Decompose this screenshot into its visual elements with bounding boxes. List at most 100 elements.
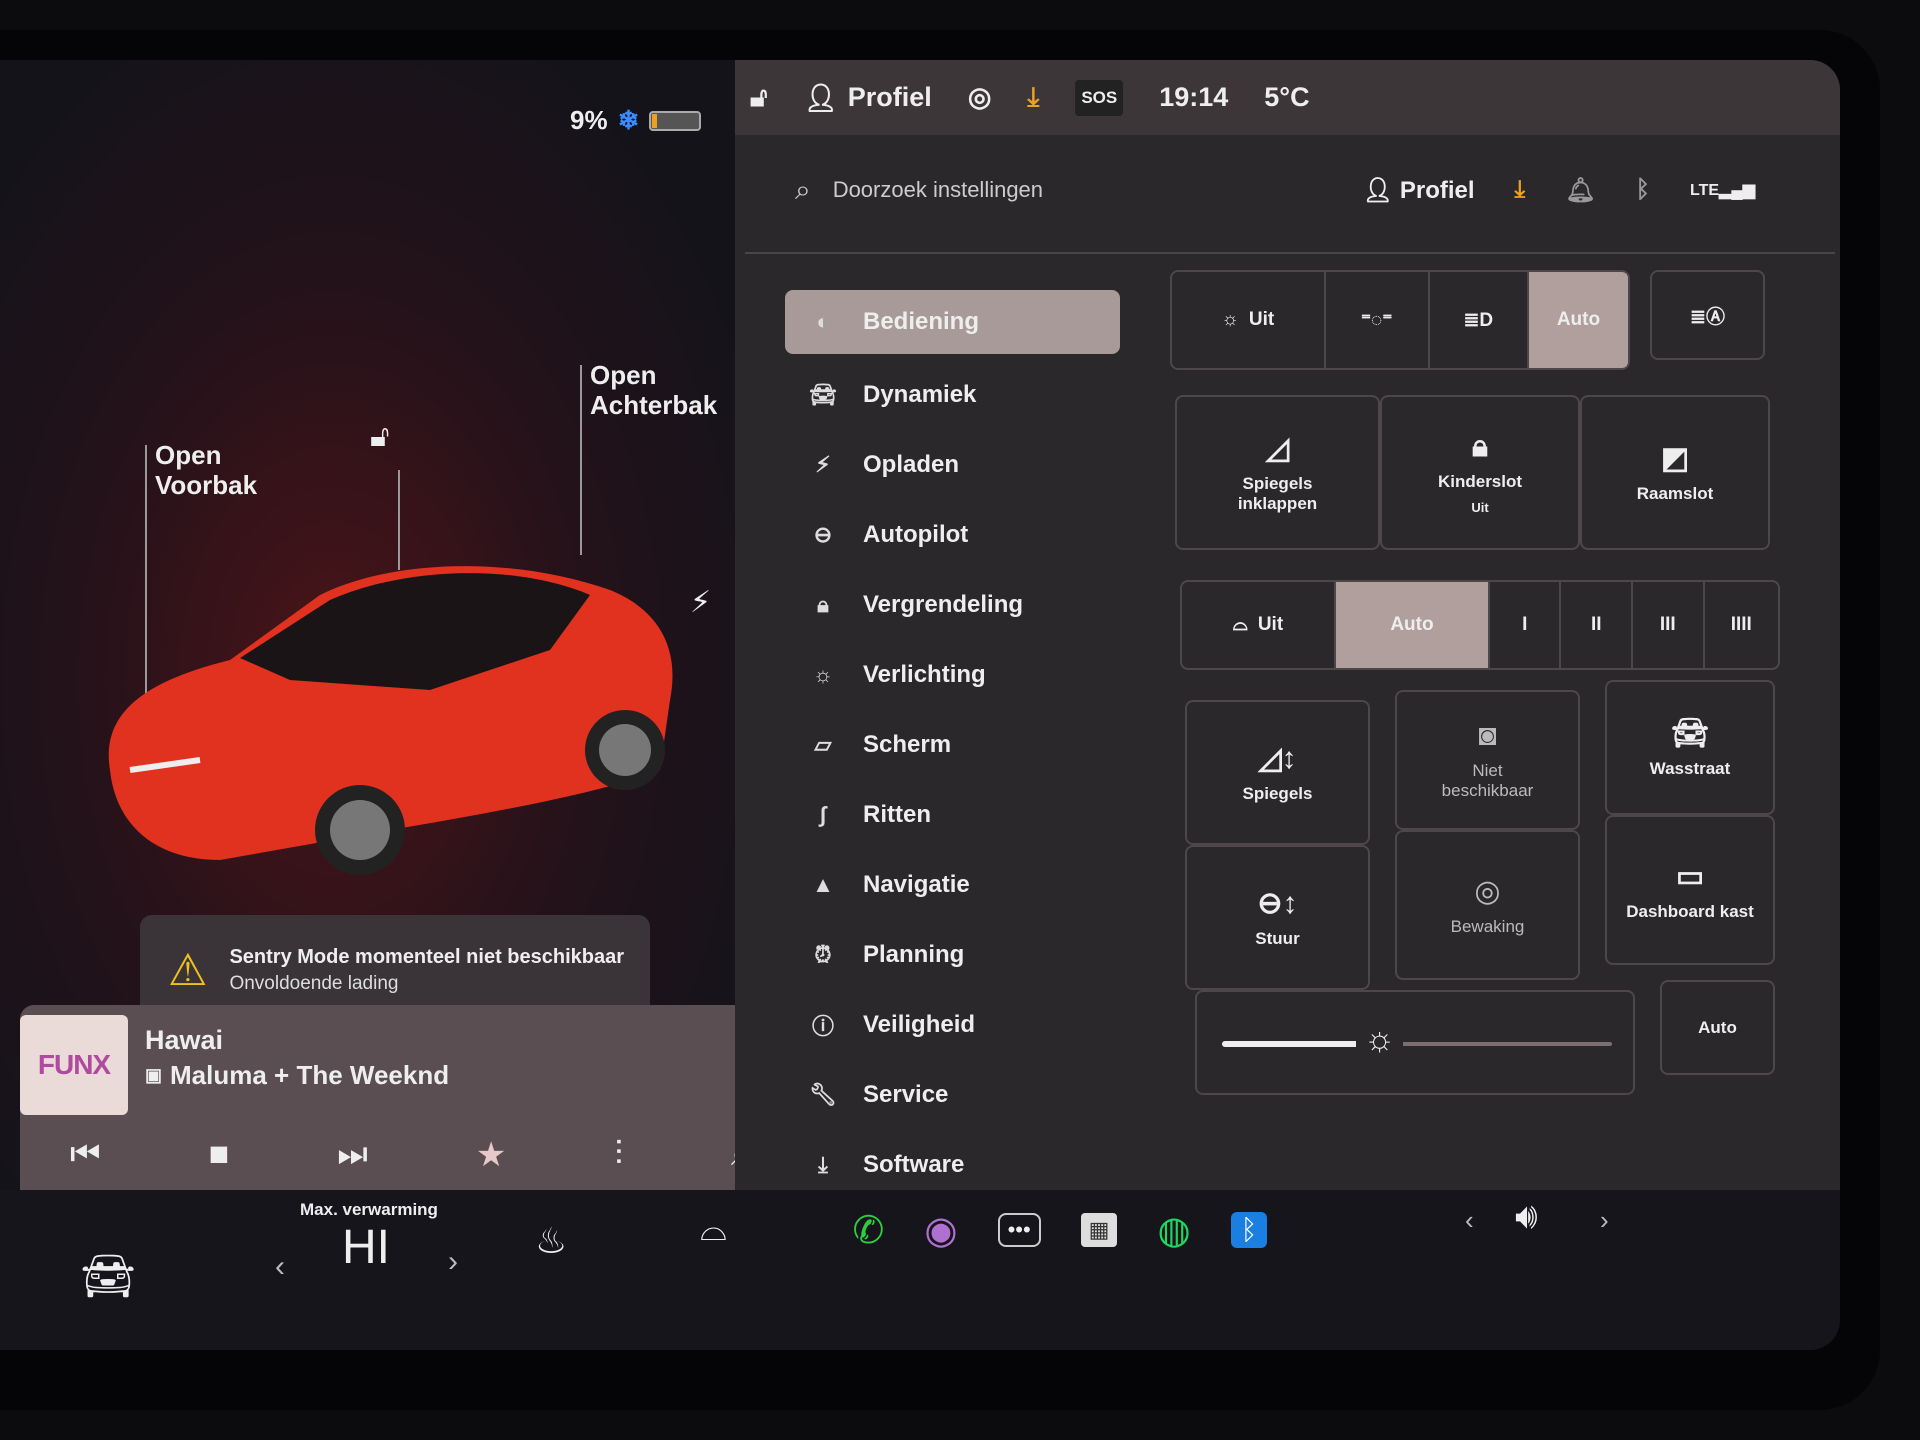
download-icon[interactable]: ⤓ xyxy=(1027,82,1039,114)
seat-heater-icon[interactable]: ♨ xyxy=(535,1220,567,1262)
settings-search[interactable]: ⌕ Doorzoek instellingen 👤︎ Profiel ⤓ 🔔︎ … xyxy=(795,160,1795,220)
lights-auto-button[interactable]: Auto xyxy=(1528,272,1628,368)
spotify-icon[interactable]: ◍ xyxy=(1157,1208,1190,1253)
equalizer-icon[interactable]: ⫶ xyxy=(614,1135,623,1175)
menu-item-service[interactable]: 🔧︎ Service xyxy=(785,1060,1120,1130)
phone-icon[interactable]: ✆ xyxy=(853,1208,885,1253)
volume-icon[interactable]: 🔊︎ xyxy=(1515,1195,1538,1238)
settings-menu: ◐ Bediening 🚘︎ Dynamiek ⚡︎ Opladen ⊖ Autopilot 🔒… xyxy=(785,290,1120,1200)
alarm-icon: ⏰︎ xyxy=(814,942,832,967)
charge-port-icon[interactable]: ⚡︎ xyxy=(690,585,711,620)
bluetooth-app-icon[interactable]: ᛒ xyxy=(1230,1212,1268,1248)
temp-up-chevron-icon[interactable]: › xyxy=(448,1245,458,1279)
mirrors-adjust-button[interactable]: ◿↕ Spiegels xyxy=(1185,700,1370,845)
more-apps-icon[interactable]: ••• xyxy=(997,1213,1041,1247)
brightness-auto-button[interactable]: Auto xyxy=(1660,980,1775,1075)
steering-adjust-button[interactable]: ⊖↕ Stuur xyxy=(1185,845,1370,990)
menu-item-bediening[interactable]: ◐ Bediening xyxy=(785,290,1120,354)
album-art[interactable]: FUNX xyxy=(20,1015,128,1115)
clock: 19:14 xyxy=(1159,82,1229,112)
brightness-slider[interactable]: ☼ xyxy=(1195,990,1635,1095)
search-input[interactable]: Doorzoek instellingen xyxy=(833,177,1043,203)
window-lock-icon: ◩ xyxy=(1660,442,1690,475)
brightness-sun-icon[interactable]: ☼ xyxy=(1356,1020,1404,1059)
wiper-speed-1[interactable]: I xyxy=(1490,582,1562,668)
unlock-icon[interactable]: 🔓︎ xyxy=(370,420,389,454)
car-panel: 9% ❄ Open Voorbak Open Achterbak 🔓︎ ⚡︎ ⚠ xyxy=(0,60,775,1245)
settings-panel: 🔓︎ 👤︎ Profiel ◎ ⤓ SOS 19:14 5°C ⌕ Doorzoe… xyxy=(735,60,1840,1190)
wipers-auto-button[interactable]: Auto xyxy=(1335,582,1490,668)
menu-item-label: Navigatie xyxy=(863,871,970,898)
volume-down-chevron-icon[interactable]: ‹ xyxy=(1465,1205,1474,1236)
wiper-speed-3[interactable]: III xyxy=(1633,582,1705,668)
dashcam-button[interactable]: ◙ Niet beschikbaar xyxy=(1395,690,1580,830)
next-icon[interactable]: ⏭︎ xyxy=(337,1135,368,1175)
wiper-speed-4[interactable]: IIII xyxy=(1705,582,1778,668)
slider-fill xyxy=(1222,1041,1378,1047)
volume-up-chevron-icon[interactable]: › xyxy=(1600,1205,1609,1236)
menu-item-veiligheid[interactable]: ⓘ Veiligheid xyxy=(785,990,1120,1060)
wiper-icon[interactable]: ⌓ xyxy=(700,1210,727,1249)
stop-icon[interactable]: ■ xyxy=(209,1135,230,1175)
menu-item-autopilot[interactable]: ⊖ Autopilot xyxy=(785,500,1120,570)
child-lock-state: Uit xyxy=(1471,500,1489,515)
camera-app-icon[interactable]: ◉ xyxy=(924,1208,957,1253)
bolt-icon: ⚡︎ xyxy=(815,452,831,477)
divider xyxy=(745,252,1835,254)
cabin-temperature[interactable]: HI xyxy=(342,1220,390,1275)
download-icon[interactable]: ⤓ xyxy=(1515,176,1526,204)
open-rear-trunk[interactable]: Open Achterbak xyxy=(590,360,717,420)
previous-icon[interactable]: ⏮︎ xyxy=(70,1135,101,1175)
menu-item-navigatie[interactable]: ▲ Navigatie xyxy=(785,850,1120,920)
open-front-trunk[interactable]: Open Voorbak xyxy=(155,440,257,500)
menu-item-planning[interactable]: ⏰︎ Planning xyxy=(785,920,1120,990)
unlock-icon[interactable]: 🔓︎ xyxy=(750,82,768,114)
speed-label: IIII xyxy=(1730,614,1752,635)
search-icon: ⌕ xyxy=(795,173,811,205)
lights-off-label: Uit xyxy=(1248,309,1275,330)
lights-off-button[interactable]: ☼ Uit xyxy=(1172,272,1326,368)
car-icon: 🚘︎ xyxy=(809,382,837,407)
menu-item-ritten[interactable]: ∫ Ritten xyxy=(785,780,1120,850)
sos-button[interactable]: SOS xyxy=(1075,79,1124,116)
profile-button[interactable]: 👤︎ Profiel xyxy=(804,82,932,114)
glovebox-button[interactable]: ▭ Dashboard kast xyxy=(1605,815,1775,965)
wipers-off-button[interactable]: ⌓ Uit xyxy=(1182,582,1336,668)
menu-item-opladen[interactable]: ⚡︎ Opladen xyxy=(785,430,1120,500)
car-wash-icon: 🚘︎ xyxy=(1670,717,1710,750)
wiper-speed-2[interactable]: II xyxy=(1561,582,1633,668)
brightness-auto-label: Auto xyxy=(1698,1017,1737,1037)
display-icon: ▱ xyxy=(814,732,832,757)
bluetooth-icon[interactable]: ᛒ xyxy=(1636,176,1650,204)
battery-percent: 9% xyxy=(570,105,608,135)
steering-label: Stuur xyxy=(1255,929,1300,948)
bell-icon[interactable]: 🔔︎ xyxy=(1565,176,1595,205)
low-beam-button[interactable]: ≣D xyxy=(1430,272,1529,368)
lte-signal-icon: LTE▂▄▆ xyxy=(1690,182,1755,199)
menu-item-scherm[interactable]: ▱ Scherm xyxy=(785,710,1120,780)
profile-button[interactable]: 👤︎ Profiel xyxy=(1363,176,1475,205)
parking-lights-button[interactable]: ⁼◌⁼ xyxy=(1326,272,1430,368)
menu-item-dynamiek[interactable]: 🚘︎ Dynamiek xyxy=(785,360,1120,430)
favorite-star-icon[interactable]: ★ xyxy=(476,1135,506,1175)
headlights-selector: ☼ Uit ⁼◌⁼ ≣D Auto xyxy=(1170,270,1630,370)
fold-mirrors-button[interactable]: ◿ Spiegels inklappen xyxy=(1175,395,1380,550)
station-logo: FUNX xyxy=(37,1049,111,1080)
calendar-icon[interactable]: ▦ xyxy=(1080,1213,1118,1247)
car-icon[interactable]: 🚘︎ xyxy=(80,1250,136,1302)
glovebox-label: Dashboard kast xyxy=(1626,901,1754,921)
car-wash-button[interactable]: 🚘︎ Wasstraat xyxy=(1605,680,1775,815)
sentry-icon[interactable]: ◎ xyxy=(968,82,992,113)
glovebox-icon: ▭ xyxy=(1675,859,1705,893)
media-controls: ⏮︎ ■ ⏭︎ ★ ⫶ ⌕ xyxy=(70,1135,750,1175)
bottom-bar: 🚘︎ ‹ Max. verwarming HI › ♨ ⌓ ✆ ◉ ••• ▦ … xyxy=(0,1190,1840,1350)
window-lock-button[interactable]: ◩ Raamslot xyxy=(1580,395,1770,550)
temp-down-chevron-icon[interactable]: ‹ xyxy=(275,1250,285,1284)
menu-item-vergrendeling[interactable]: 🔒︎ Vergrendeling xyxy=(785,570,1120,640)
sentry-button[interactable]: ◎ Bewaking xyxy=(1395,830,1580,980)
menu-item-verlichting[interactable]: ☼ Verlichting xyxy=(785,640,1120,710)
speed-label: III xyxy=(1659,614,1676,635)
auto-high-beam-button[interactable]: ≣Ⓐ xyxy=(1650,270,1765,360)
child-lock-button[interactable]: 🔒︎ Kinderslot Uit xyxy=(1380,395,1580,550)
car-image xyxy=(108,566,673,875)
